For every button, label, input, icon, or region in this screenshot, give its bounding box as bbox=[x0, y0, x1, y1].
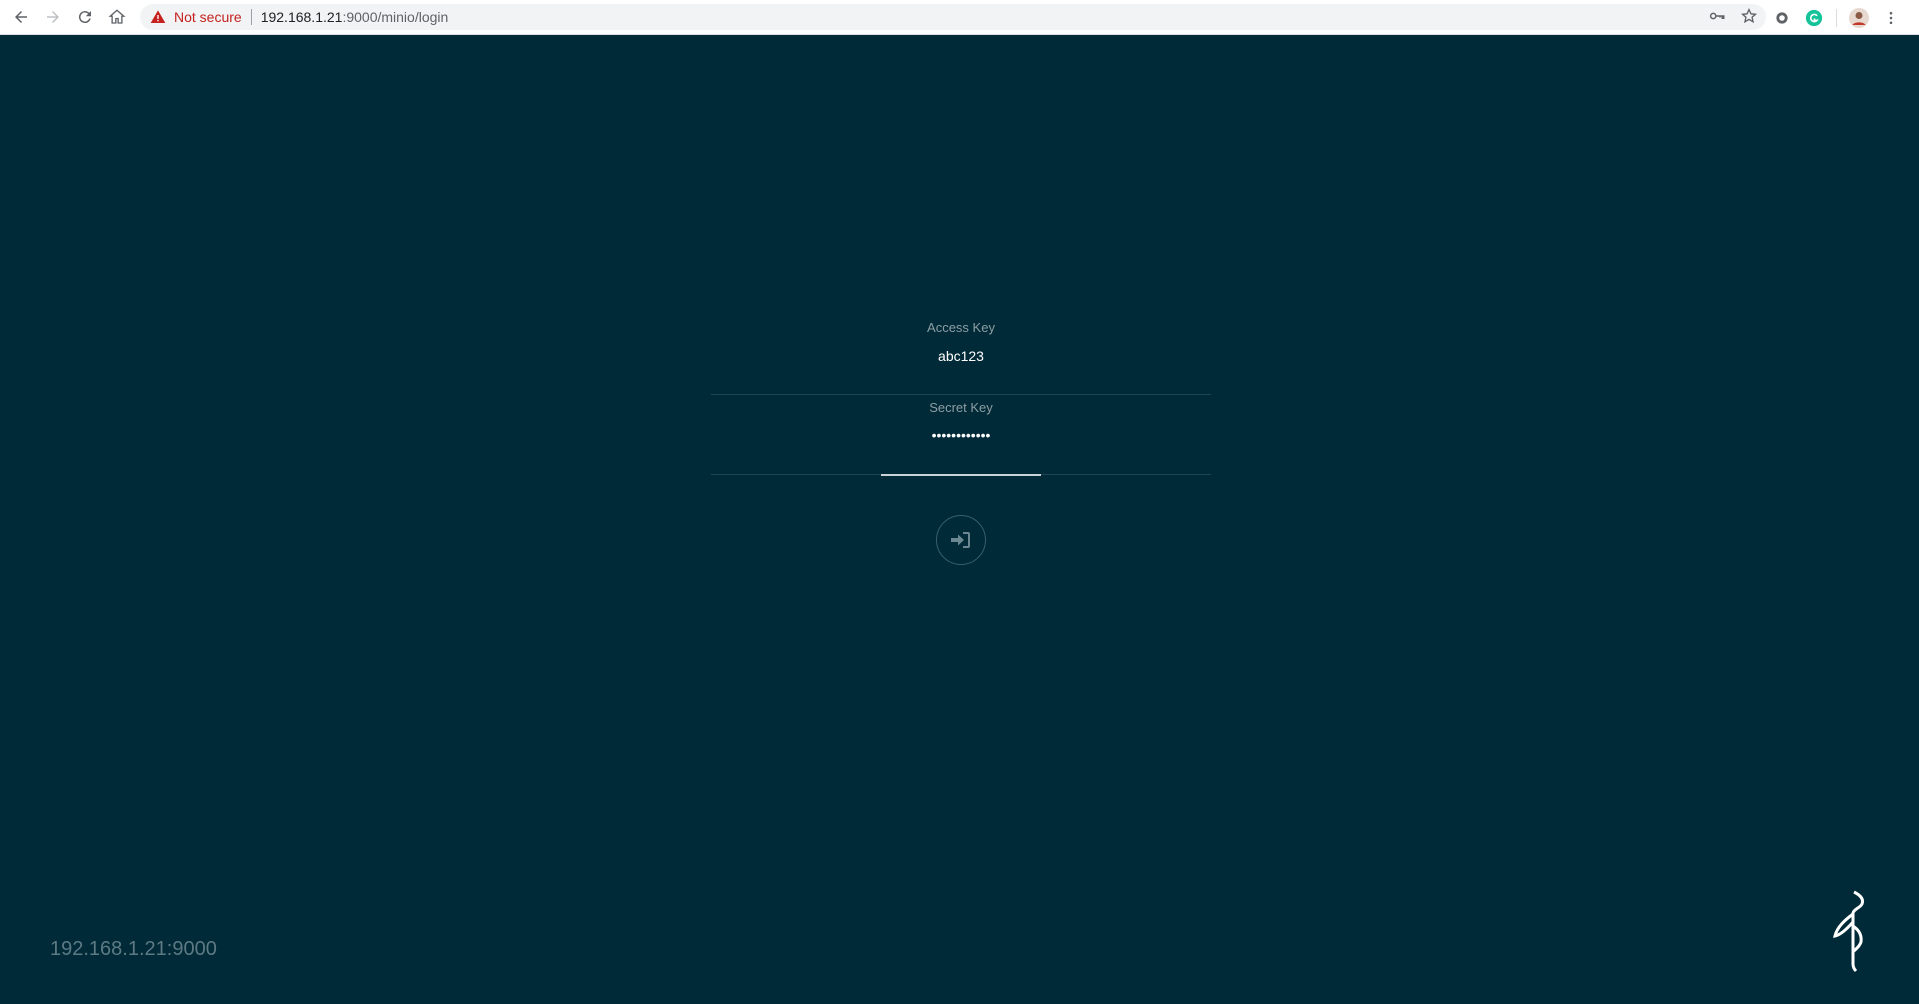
reload-button[interactable] bbox=[69, 1, 101, 33]
secret-key-input[interactable]: •••••••••••• bbox=[711, 427, 1211, 445]
browser-toolbar: Not secure 192.168.1.21:9000/minio/login bbox=[0, 0, 1919, 35]
secret-key-field: Secret Key •••••••••••• bbox=[711, 395, 1211, 476]
back-button[interactable] bbox=[5, 1, 37, 33]
login-button[interactable] bbox=[936, 515, 986, 565]
access-key-label: Access Key bbox=[927, 320, 995, 335]
address-bar[interactable]: Not secure 192.168.1.21:9000/minio/login bbox=[140, 4, 1766, 30]
omnibox-separator bbox=[250, 9, 252, 25]
security-status[interactable]: Not secure bbox=[174, 9, 242, 25]
secret-key-focus-bar bbox=[881, 474, 1041, 476]
avatar[interactable] bbox=[1849, 7, 1869, 28]
toolbar-divider bbox=[1836, 8, 1837, 27]
warning-icon bbox=[150, 9, 166, 25]
home-icon bbox=[108, 9, 126, 24]
key-icon[interactable] bbox=[1708, 7, 1726, 25]
url-path: :9000/minio/login bbox=[342, 9, 449, 25]
access-key-input[interactable] bbox=[711, 347, 1211, 365]
grammarly-icon[interactable] bbox=[1804, 8, 1824, 28]
login-form: Access Key Secret Key •••••••••••• bbox=[711, 315, 1211, 565]
forward-button[interactable] bbox=[37, 1, 69, 33]
url-host: 192.168.1.21 bbox=[260, 9, 343, 25]
reload-icon bbox=[78, 11, 91, 24]
home-button[interactable] bbox=[101, 1, 133, 33]
access-key-field: Access Key bbox=[711, 315, 1211, 395]
arrow-right-icon bbox=[47, 11, 59, 23]
bookmark-star-icon[interactable] bbox=[1740, 7, 1758, 25]
sign-in-icon bbox=[951, 532, 970, 548]
server-address: 192.168.1.21:9000 bbox=[50, 938, 217, 960]
extension-area bbox=[1772, 0, 1901, 35]
menu-kebab-icon[interactable] bbox=[1881, 8, 1901, 28]
minio-logo-icon bbox=[1833, 890, 1864, 973]
secret-key-label: Secret Key bbox=[929, 400, 993, 415]
arrow-left-icon bbox=[15, 11, 27, 23]
extension-circle-icon[interactable] bbox=[1772, 8, 1792, 28]
